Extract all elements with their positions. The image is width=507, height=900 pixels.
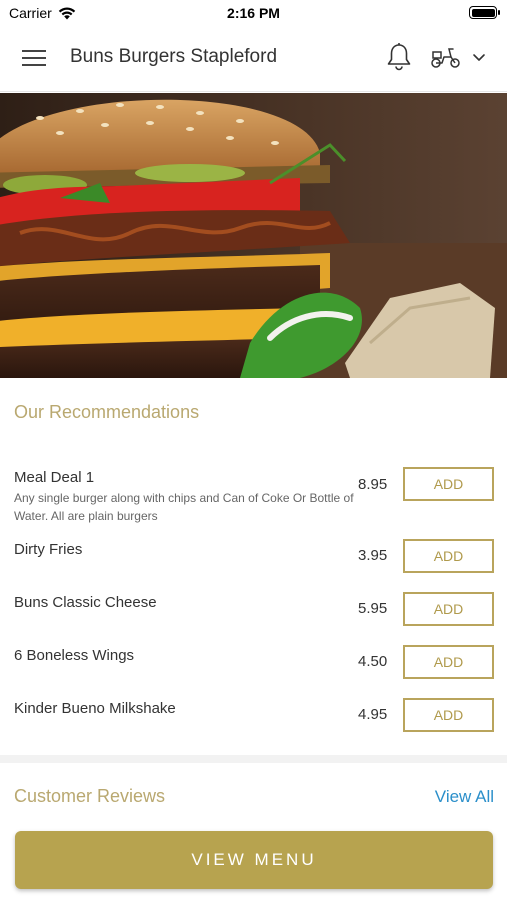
add-button[interactable]: ADD (403, 645, 494, 679)
item-price: 4.50 (358, 653, 388, 670)
bell-icon[interactable] (385, 42, 413, 72)
item-price: 8.95 (358, 476, 388, 493)
add-button[interactable]: ADD (403, 592, 494, 626)
add-button[interactable]: ADD (403, 698, 494, 732)
item-name: 6 Boneless Wings (14, 647, 135, 664)
item-description: Any single burger along with chips and C… (14, 491, 354, 523)
item-name: Kinder Bueno Milkshake (14, 700, 176, 717)
chevron-down-icon[interactable] (472, 53, 486, 63)
battery-icon (469, 6, 500, 19)
view-menu-button[interactable]: VIEW MENU (15, 831, 493, 889)
burger-illustration (0, 93, 507, 378)
item-price: 3.95 (358, 547, 388, 564)
item-name: Buns Classic Cheese (14, 594, 157, 611)
menu-icon[interactable] (22, 48, 48, 68)
delivery-scooter-icon[interactable] (430, 44, 462, 70)
status-time: 2:16 PM (227, 5, 280, 21)
page-title: Buns Burgers Stapleford (70, 46, 278, 67)
status-bar: Carrier 2:16 PM (0, 0, 507, 26)
reviews-title: Customer Reviews (14, 786, 166, 806)
item-name: Meal Deal 1 (14, 469, 95, 486)
section-divider (0, 755, 507, 763)
nav-bar: Buns Burgers Stapleford (0, 26, 507, 92)
hero-burger-image (0, 93, 507, 378)
recommendations-title: Our Recommendations (14, 402, 200, 422)
item-price: 4.95 (358, 706, 388, 723)
view-all-link[interactable]: View All (435, 787, 494, 807)
add-button[interactable]: ADD (403, 467, 494, 501)
add-button[interactable]: ADD (403, 539, 494, 573)
item-price: 5.95 (358, 600, 388, 617)
item-name: Dirty Fries (14, 541, 83, 558)
